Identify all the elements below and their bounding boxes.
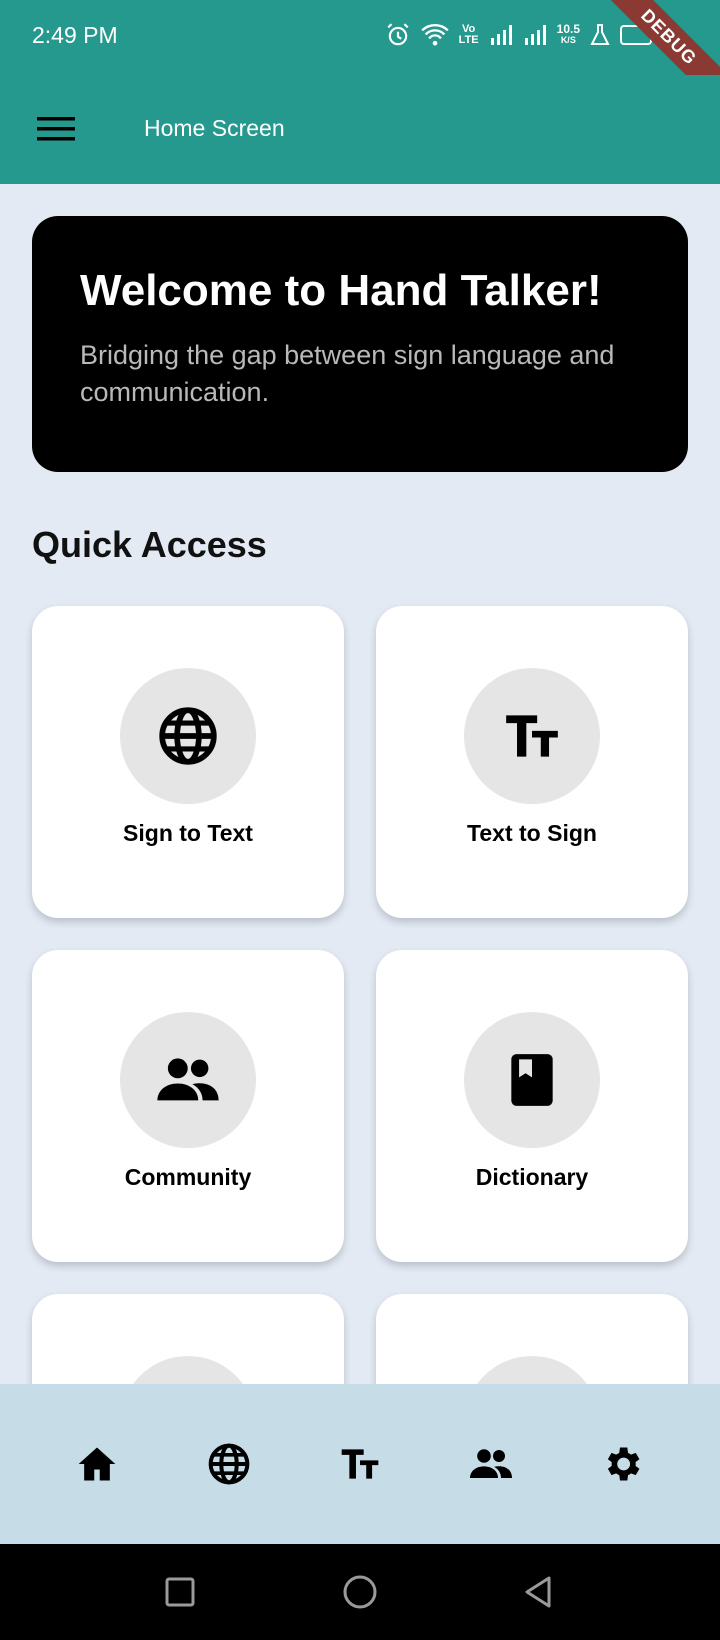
speed-value: 10.5 — [556, 22, 580, 36]
network-speed: 10.5 K/S — [556, 22, 580, 46]
quick-access-dictionary[interactable]: Dictionary — [376, 950, 688, 1262]
quick-access-title: Quick Access — [32, 524, 267, 565]
people-icon — [157, 1058, 219, 1101]
alarm-icon — [387, 23, 409, 46]
globe-icon — [159, 707, 217, 765]
nav-sign-to-text[interactable] — [199, 1434, 259, 1494]
welcome-title: Welcome to Hand Talker! — [80, 266, 602, 315]
card-label: Text to Sign — [467, 820, 597, 846]
card-label: Dictionary — [475, 1164, 589, 1190]
quick-access-sign-to-text[interactable]: Sign to Text — [32, 606, 344, 918]
hamburger-menu-icon — [37, 117, 75, 141]
nav-settings[interactable] — [592, 1434, 652, 1494]
welcome-card: Welcome to Hand Talker! Bridging the gap… — [32, 216, 688, 472]
nav-text-to-sign[interactable] — [330, 1434, 390, 1494]
status-time: 2:49 PM — [32, 22, 118, 48]
system-navigation-bar — [0, 1544, 720, 1640]
volte-bottom: LTE — [458, 34, 479, 46]
menu-button[interactable] — [28, 103, 84, 155]
icon-circle — [120, 1012, 256, 1148]
status-icons: Vo LTE 10.5 K/S — [385, 22, 656, 48]
speed-unit: K/S — [560, 35, 576, 45]
home-circle-icon — [343, 1575, 377, 1609]
home-button[interactable] — [338, 1570, 382, 1614]
people-icon — [470, 1449, 512, 1478]
settings-gear-icon — [607, 1447, 640, 1481]
back-button[interactable] — [516, 1570, 560, 1614]
icon-circle — [120, 668, 256, 804]
signal-icon — [490, 25, 512, 45]
recents-square-icon — [165, 1577, 195, 1607]
volte-indicator: Vo LTE — [459, 24, 479, 46]
quick-access-community[interactable]: Community — [32, 950, 344, 1262]
icon-circle — [464, 1012, 600, 1148]
card-label: Community — [124, 1164, 252, 1190]
nav-home[interactable] — [67, 1434, 127, 1494]
wifi-icon — [421, 24, 449, 46]
book-icon — [511, 1054, 553, 1106]
text-size-icon — [506, 715, 558, 757]
welcome-subtitle: Bridging the gap between sign language a… — [80, 339, 615, 408]
card-label: Sign to Text — [123, 820, 253, 846]
quick-access-text-to-sign[interactable]: Text to Sign — [376, 606, 688, 918]
bottom-navigation — [0, 1384, 720, 1544]
flask-icon — [590, 24, 610, 45]
home-icon — [78, 1447, 116, 1481]
back-triangle-icon — [525, 1576, 551, 1608]
nav-community[interactable] — [461, 1434, 521, 1494]
status-bar: 2:49 PM Vo LTE 10.5 K/S DEBUG — [0, 0, 720, 115]
app-bar: Home Screen — [0, 75, 720, 184]
appbar-title: Home Screen — [144, 115, 285, 141]
icon-circle — [464, 668, 600, 804]
globe-icon — [208, 1443, 250, 1485]
signal-icon-2 — [524, 25, 546, 45]
text-size-icon — [341, 1449, 379, 1479]
recents-button[interactable] — [158, 1570, 202, 1614]
